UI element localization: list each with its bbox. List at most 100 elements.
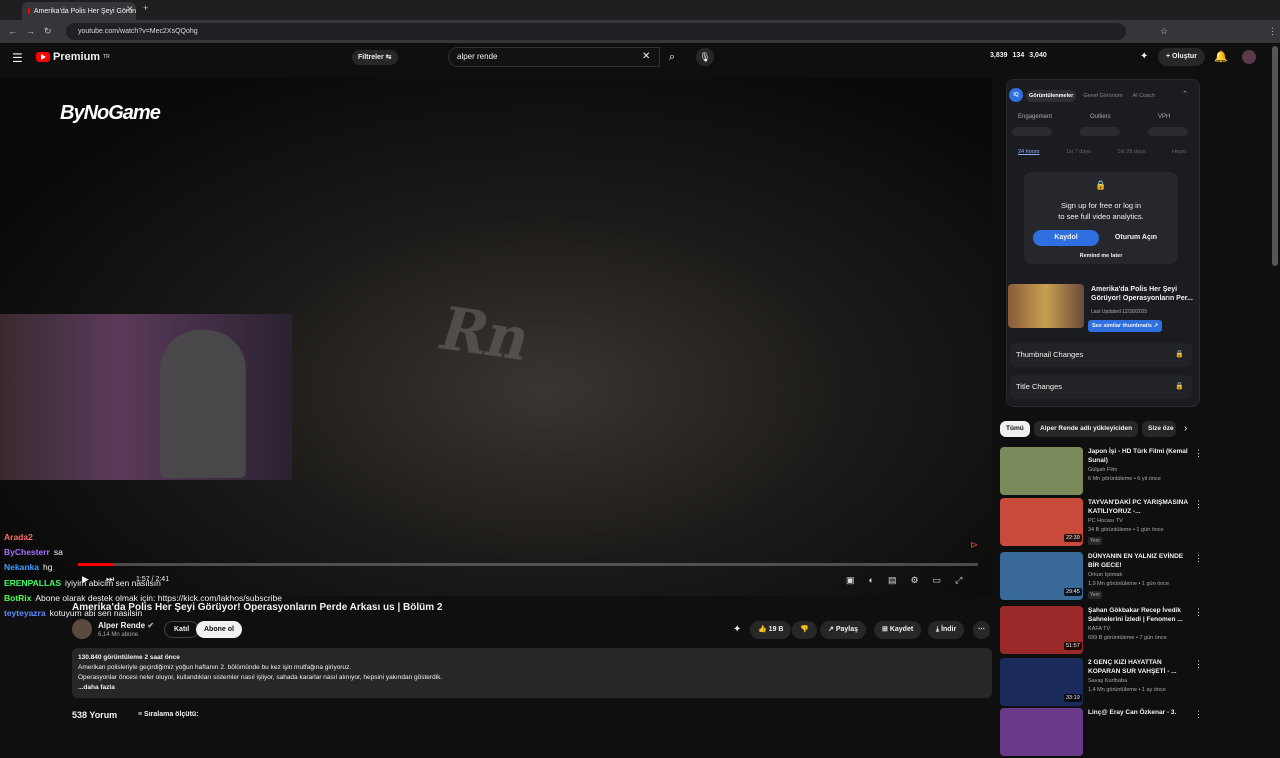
search-input[interactable]: alper rende [448, 47, 660, 67]
recommended-video[interactable]: 51:57 Şahan Gökbakar Recep İvedik Sahnele… [1000, 606, 1203, 656]
metric-placeholder [1080, 127, 1120, 136]
channel-avatar[interactable] [72, 619, 92, 639]
video-title[interactable]: 2 GENÇ KIZI HAYATTAN KOPARAN SUR VAHŞETİ… [1088, 658, 1188, 676]
voice-search-button[interactable]: 🎙 [696, 48, 714, 66]
recommended-video[interactable]: 33:19 2 GENÇ KIZI HAYATTAN KOPARAN SUR VA… [1000, 658, 1203, 708]
youtube-logo[interactable]: Premium TR [36, 51, 110, 63]
next-icon[interactable]: ⏭ [106, 574, 114, 585]
recommended-video[interactable]: 29:45 DÜNYANIN EN YALNIZ EVİNDE BİR GECE!… [1000, 552, 1203, 602]
more-options-icon[interactable]: ⋮ [1194, 553, 1203, 564]
collapse-chevron-icon[interactable]: ⌃ [1182, 90, 1188, 98]
chip-from-uploader[interactable]: Alper Rende adlı yükleyiciden [1034, 421, 1139, 437]
recommended-video[interactable]: 22:39 TAYVAN'DAKİ PC YARIŞMASINA KATILIYO… [1000, 498, 1203, 548]
channel-name[interactable]: KAFA TV [1088, 626, 1110, 632]
description-line: Operasyonlar öncesi neler oluyor, kullan… [78, 674, 443, 681]
tab-ai-coach[interactable]: AI Coach [1129, 90, 1158, 102]
channel-name[interactable]: Gülşah Film [1088, 467, 1117, 473]
period-28d[interactable]: 1st 28 days [1117, 149, 1145, 155]
more-options-icon[interactable]: ⋮ [1194, 709, 1203, 720]
more-actions-button[interactable]: ⋯ [973, 621, 990, 639]
account-avatar[interactable] [1242, 50, 1256, 64]
channel-watermark-icon[interactable]: ⊳ [970, 540, 978, 551]
title-changes-row[interactable]: Title Changes 🔒 [1010, 375, 1192, 399]
more-options-icon[interactable]: ⋮ [1194, 607, 1203, 618]
chat-user: ERENPALLAS [4, 577, 61, 588]
sort-by-button[interactable]: ≡ Sıralama ölçütü: [138, 711, 199, 718]
notifications-bell-icon[interactable]: 🔔 [1214, 50, 1228, 63]
chip-for-you[interactable]: Size öze [1142, 421, 1176, 437]
subscribe-button[interactable]: Abone ol [196, 621, 242, 638]
create-video-icon[interactable]: ✦ [1140, 51, 1148, 62]
period-24h[interactable]: 24 hours [1018, 149, 1039, 155]
video-thumbnail[interactable] [1000, 708, 1083, 756]
extension-logo-icon: IQ [1009, 88, 1023, 102]
thumbnail-changes-row[interactable]: Thumbnail Changes 🔒 [1010, 343, 1192, 367]
video-thumbnail[interactable] [1000, 447, 1083, 495]
description-box[interactable]: 130.840 görüntüleme 2 saat önce Amerikan… [72, 648, 992, 698]
period-7d[interactable]: 1st 7 days [1066, 149, 1091, 155]
download-label: İndir [941, 626, 957, 633]
video-title[interactable]: TAYVAN'DAKİ PC YARIŞMASINA KATILIYORUZ -… [1088, 498, 1188, 516]
recommended-video[interactable]: Linç@ Eray Can Özkenar - 3. ⋮ [1000, 708, 1203, 758]
chip-all[interactable]: Tümü [1000, 421, 1030, 437]
tab-overview[interactable]: Genel Görünüm [1080, 90, 1125, 102]
progress-bar[interactable] [78, 563, 978, 566]
browser-tab[interactable]: Amerika'da Polis Her Şeyi Görün [22, 2, 136, 20]
share-button[interactable]: ↗ Paylaş [820, 621, 867, 639]
ai-sparkle-icon[interactable]: ✦ [733, 624, 741, 635]
channel-name[interactable]: Savaş Kurtbaba [1088, 678, 1127, 684]
verified-icon: ✔ [147, 621, 155, 630]
new-badge: Yeni [1088, 537, 1102, 545]
tab-views[interactable]: Görüntülenmeler [1026, 90, 1077, 102]
video-title[interactable]: Linç@ Eray Can Özkenar - 3. [1088, 708, 1188, 717]
reload-icon[interactable]: ↻ [44, 26, 52, 37]
video-meta: 6 Mn görüntüleme • 6 yıl önce [1088, 476, 1161, 482]
recommended-video[interactable]: Japon İşi - HD Türk Filmi (Kemal Sunal) G… [1000, 447, 1203, 497]
bookmark-star-icon[interactable]: ☆ [1160, 26, 1168, 37]
browser-menu-icon[interactable]: ⋮ [1268, 26, 1277, 37]
forward-icon[interactable]: → [26, 26, 35, 36]
close-tab-icon[interactable]: ✕ [126, 4, 134, 15]
more-options-icon[interactable]: ⋮ [1194, 659, 1203, 670]
more-options-icon[interactable]: ⋮ [1194, 499, 1203, 510]
url-field[interactable]: youtube.com/watch?v=Mec2XsQQohg [66, 23, 1126, 40]
more-options-icon[interactable]: ⋮ [1194, 448, 1203, 459]
channel-name[interactable]: Alper Rende ✔ [98, 621, 154, 630]
similar-thumbnails-button[interactable]: See similar thumbnails ↗ [1088, 320, 1163, 332]
clear-search-icon[interactable]: ✕ [642, 51, 650, 62]
subtitles-icon[interactable]: ▤ [888, 575, 897, 586]
chevron-right-icon[interactable]: › [1184, 423, 1187, 434]
show-more-link[interactable]: ...daha fazla [78, 683, 986, 693]
fullscreen-icon[interactable]: ⤢ [955, 575, 962, 586]
download-button[interactable]: ⤓ İndir [928, 621, 965, 639]
similar-label: See similar thumbnails [1092, 323, 1152, 329]
login-button[interactable]: Oturum Açın [1105, 230, 1167, 246]
period-all[interactable]: Hepsi [1172, 149, 1186, 155]
stat-3: 3,040 [1029, 52, 1047, 59]
signup-button[interactable]: Kaydol [1033, 230, 1099, 246]
video-title[interactable]: DÜNYANIN EN YALNIZ EVİNDE BİR GECE! [1088, 552, 1188, 570]
channel-name[interactable]: PC Hocası TV [1088, 518, 1123, 524]
join-button[interactable]: Katıl [164, 621, 200, 638]
video-duration: 51:57 [1064, 642, 1082, 650]
filters-button[interactable]: Filtreler ⇆ [352, 50, 398, 65]
play-icon[interactable]: ▶ [82, 574, 89, 585]
autoplay-toggle-icon[interactable]: ◐ [869, 575, 874, 586]
settings-gear-icon[interactable]: ⚙ [910, 575, 918, 586]
extension-icon[interactable]: ▣ [846, 575, 855, 586]
new-tab-icon[interactable]: + [143, 3, 148, 13]
page-scrollbar[interactable] [1272, 46, 1278, 266]
more-icon: ⋯ [978, 626, 985, 633]
channel-name[interactable]: Orkun Işıtmak [1088, 572, 1122, 578]
like-button[interactable]: 👍 19 B [750, 621, 792, 639]
dislike-button[interactable]: 👎 [792, 621, 817, 639]
hamburger-menu-icon[interactable]: ☰ [12, 51, 23, 65]
create-button[interactable]: + Oluştur [1158, 48, 1205, 66]
miniplayer-icon[interactable]: ▭ [933, 575, 942, 586]
save-button[interactable]: ⊞ Kaydet [874, 621, 922, 639]
video-title[interactable]: Şahan Gökbakar Recep İvedik Sahnelerini … [1088, 606, 1188, 624]
video-title[interactable]: Japon İşi - HD Türk Filmi (Kemal Sunal) [1088, 447, 1188, 465]
back-icon[interactable]: ← [8, 26, 17, 36]
remind-later-link[interactable]: Remind me later [1024, 253, 1178, 259]
search-button[interactable]: ⌕ [660, 47, 684, 67]
